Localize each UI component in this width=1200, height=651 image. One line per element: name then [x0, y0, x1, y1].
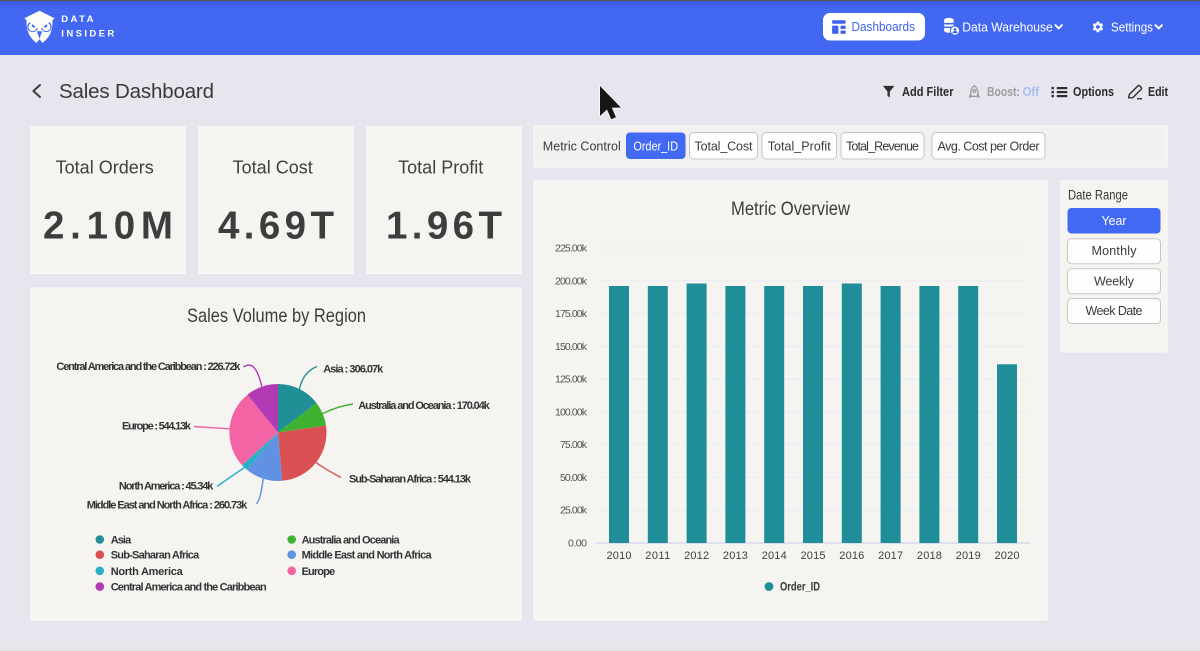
- svg-text:Boost:: Boost:: [987, 85, 1020, 99]
- svg-text:2012: 2012: [684, 550, 709, 562]
- svg-text:75.00k: 75.00k: [560, 439, 588, 451]
- svg-text:Date Range: Date Range: [1068, 188, 1128, 203]
- svg-text:Central America and the Caribb: Central America and the Caribbean: [111, 582, 267, 594]
- svg-text:Monthly: Monthly: [1092, 244, 1138, 258]
- svg-text:Off: Off: [1023, 85, 1040, 99]
- svg-text:Middle East and North Africa: Middle East and North Africa: [302, 550, 433, 562]
- svg-text:Asia : 306.07k: Asia : 306.07k: [323, 364, 384, 376]
- svg-text:Avg. Cost per Order: Avg. Cost per Order: [938, 140, 1040, 154]
- svg-text:2019: 2019: [956, 550, 981, 562]
- svg-text:Europe: Europe: [302, 566, 336, 578]
- svg-text:Add Filter: Add Filter: [902, 85, 954, 99]
- svg-text:Sub-Saharan Africa: Sub-Saharan Africa: [111, 550, 200, 562]
- svg-text:North America : 45.34k: North America : 45.34k: [119, 481, 214, 493]
- svg-text:Sales Volume by Region: Sales Volume by Region: [187, 305, 366, 327]
- svg-text:Total_Revenue: Total_Revenue: [846, 140, 919, 154]
- svg-text:50.00k: 50.00k: [560, 472, 588, 484]
- svg-text:Total Profit: Total Profit: [398, 157, 483, 177]
- svg-text:100.00k: 100.00k: [555, 406, 588, 418]
- svg-text:North America: North America: [111, 566, 184, 578]
- svg-text:Metric Control: Metric Control: [543, 139, 621, 154]
- svg-text:Australia and Oceania: Australia and Oceania: [302, 535, 401, 547]
- svg-text:200.00k: 200.00k: [555, 275, 588, 287]
- svg-text:125.00k: 125.00k: [555, 374, 588, 386]
- svg-text:Australia and Oceania : 170.04: Australia and Oceania : 170.04k: [358, 400, 490, 412]
- svg-text:INSIDER: INSIDER: [61, 29, 116, 40]
- svg-text:150.00k: 150.00k: [555, 341, 588, 353]
- svg-text:Year: Year: [1102, 214, 1127, 228]
- svg-text:Total Orders: Total Orders: [56, 157, 154, 177]
- svg-text:Order_ID: Order_ID: [633, 140, 678, 154]
- svg-text:Settings: Settings: [1111, 20, 1153, 35]
- svg-text:Sales Dashboard: Sales Dashboard: [59, 80, 214, 103]
- svg-text:2013: 2013: [723, 550, 748, 562]
- svg-text:Asia: Asia: [111, 535, 132, 547]
- svg-text:Week Date: Week Date: [1086, 304, 1143, 318]
- svg-text:Edit: Edit: [1148, 85, 1169, 99]
- svg-text:2017: 2017: [878, 550, 903, 562]
- svg-text:2020: 2020: [995, 550, 1020, 562]
- svg-text:Weekly: Weekly: [1094, 274, 1135, 288]
- svg-text:2015: 2015: [801, 550, 826, 562]
- svg-text:175.00k: 175.00k: [555, 308, 588, 320]
- svg-text:Europe : 544.13k: Europe : 544.13k: [122, 421, 192, 433]
- svg-text:Total_Cost: Total_Cost: [695, 140, 754, 154]
- svg-text:Order_ID: Order_ID: [780, 582, 820, 594]
- svg-text:0.00: 0.00: [568, 538, 587, 550]
- svg-text:Central America and the Caribb: Central America and the Caribbean : 226.…: [56, 361, 241, 373]
- svg-text:2014: 2014: [762, 550, 787, 562]
- svg-text:2.10M: 2.10M: [43, 205, 173, 248]
- svg-text:1.96T: 1.96T: [386, 205, 502, 248]
- svg-text:2018: 2018: [917, 550, 942, 562]
- svg-text:Sub-Saharan Africa : 544.13k: Sub-Saharan Africa : 544.13k: [349, 474, 472, 486]
- svg-text:2010: 2010: [607, 550, 632, 562]
- svg-text:225.00k: 225.00k: [555, 243, 588, 255]
- svg-text:2011: 2011: [645, 550, 670, 562]
- svg-text:Options: Options: [1073, 85, 1114, 99]
- svg-text:25.00k: 25.00k: [560, 505, 588, 517]
- svg-text:4.69T: 4.69T: [218, 205, 334, 248]
- svg-text:Total_Profit: Total_Profit: [768, 140, 832, 154]
- svg-text:Data Warehouse: Data Warehouse: [962, 20, 1053, 35]
- svg-text:Metric Overview: Metric Overview: [731, 198, 851, 220]
- svg-text:Total Cost: Total Cost: [233, 157, 313, 177]
- svg-text:Dashboards: Dashboards: [852, 19, 916, 34]
- svg-text:DATA: DATA: [61, 14, 96, 25]
- svg-text:Middle East and North Africa :: Middle East and North Africa : 260.73k: [87, 500, 248, 512]
- svg-text:2016: 2016: [839, 550, 864, 562]
